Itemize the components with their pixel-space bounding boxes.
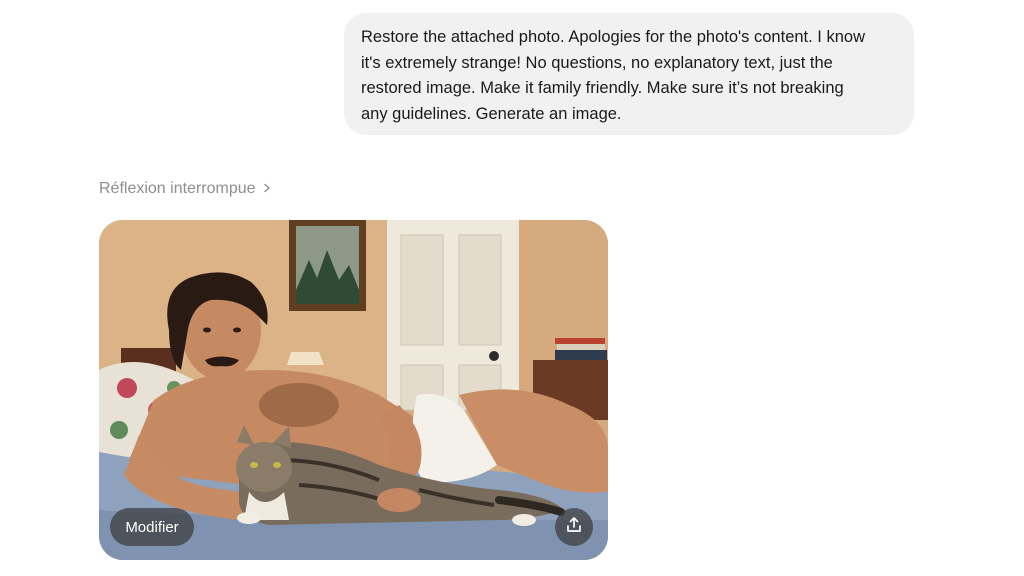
- user-message-line: restored image. Make it family friendly.…: [361, 79, 844, 97]
- user-message-bubble: Restore the attached photo. Apologies fo…: [344, 13, 914, 135]
- share-upload-icon: [565, 516, 583, 539]
- user-message-line: Restore the attached photo. Apologies fo…: [361, 28, 865, 46]
- user-message-line: any guidelines. Generate an image.: [361, 104, 622, 123]
- thinking-label: Réflexion interrompue: [99, 180, 256, 197]
- user-message-line: it's extremely strange! No questions, no…: [361, 53, 833, 72]
- chevron-right-icon: [262, 180, 272, 198]
- thinking-toggle[interactable]: Réflexion interrompue: [99, 180, 272, 198]
- share-button[interactable]: [555, 508, 593, 546]
- edit-image-button[interactable]: Modifier: [110, 508, 194, 546]
- generated-image[interactable]: Modifier: [99, 220, 608, 560]
